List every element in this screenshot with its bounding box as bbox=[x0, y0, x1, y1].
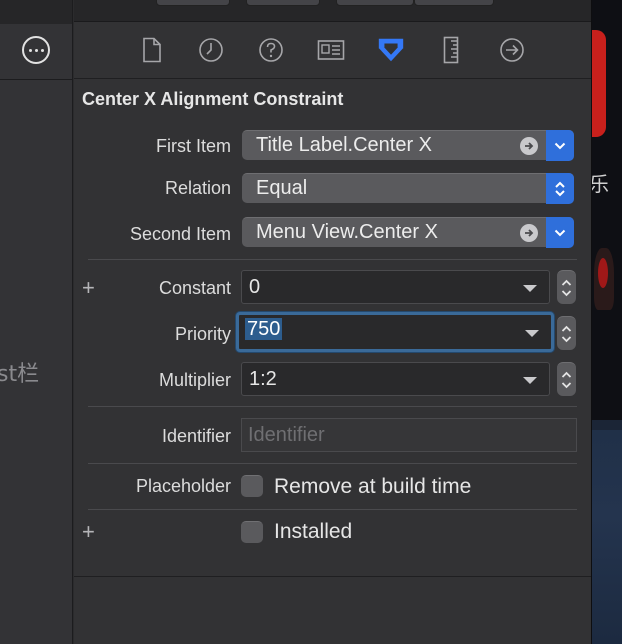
document-icon[interactable] bbox=[137, 35, 167, 65]
dropdown-caret-icon[interactable] bbox=[525, 330, 539, 337]
identifier-field[interactable] bbox=[241, 418, 577, 452]
remove-at-build-time-checkbox[interactable] bbox=[241, 475, 263, 497]
section-title: Center X Alignment Constraint bbox=[82, 89, 344, 109]
inspector-bottom-divider bbox=[74, 576, 591, 577]
navigator-pane: st栏 bbox=[0, 0, 73, 644]
relation-value: Equal bbox=[256, 177, 308, 199]
dropdown-caret-icon[interactable] bbox=[523, 285, 537, 292]
relation-popup[interactable]: Equal bbox=[242, 173, 574, 204]
constant-value: 0 bbox=[249, 276, 261, 298]
priority-value[interactable]: 750 bbox=[245, 318, 283, 340]
priority-combo[interactable]: 750 bbox=[236, 312, 554, 352]
first-item-value: Title Label.Center X bbox=[256, 134, 433, 156]
toolbar-segment[interactable] bbox=[246, 0, 320, 6]
priority-label: Priority bbox=[174, 324, 231, 344]
up-down-chevron-icon[interactable] bbox=[546, 173, 574, 204]
multiplier-value: 1:2 bbox=[249, 368, 277, 390]
chevron-down-icon[interactable] bbox=[546, 130, 574, 161]
more-options-button[interactable] bbox=[22, 36, 50, 64]
priority-stepper[interactable] bbox=[557, 316, 576, 350]
second-item-label: Second Item bbox=[129, 224, 231, 244]
question-icon[interactable] bbox=[256, 35, 286, 65]
left-header-divider bbox=[0, 79, 72, 80]
separator bbox=[88, 259, 577, 260]
inspector-tab-bar bbox=[74, 23, 591, 79]
first-item-popup[interactable]: Title Label.Center X bbox=[242, 130, 574, 161]
toolbar-segment[interactable] bbox=[336, 0, 414, 6]
add-constant-variation-button[interactable]: + bbox=[82, 277, 95, 299]
clock-icon[interactable] bbox=[196, 35, 226, 65]
background-cut-text: 乐 bbox=[591, 172, 609, 196]
multiplier-stepper[interactable] bbox=[557, 362, 576, 396]
identifier-input[interactable] bbox=[242, 419, 576, 451]
separator bbox=[88, 406, 577, 407]
ruler-icon[interactable] bbox=[436, 35, 466, 65]
separator bbox=[88, 509, 577, 510]
background-water bbox=[592, 430, 622, 644]
constant-combo[interactable]: 0 bbox=[241, 270, 550, 304]
second-item-popup[interactable]: Menu View.Center X bbox=[242, 217, 574, 248]
background-figure-accent bbox=[598, 258, 608, 288]
remove-at-build-time-label[interactable]: Remove at build time bbox=[274, 475, 471, 499]
constant-label: Constant bbox=[158, 278, 231, 298]
relation-label: Relation bbox=[164, 178, 231, 198]
background-red-shape bbox=[592, 30, 606, 137]
dropdown-caret-icon[interactable] bbox=[523, 377, 537, 384]
background-canvas-sliver: 乐 bbox=[591, 0, 622, 644]
more-dot bbox=[34, 48, 38, 52]
chevron-down-icon[interactable] bbox=[546, 217, 574, 248]
toolbar-segment[interactable] bbox=[414, 0, 494, 6]
first-item-label: First Item bbox=[156, 136, 231, 156]
arrow-circle-icon[interactable] bbox=[497, 35, 527, 65]
attributes-arrow-icon[interactable] bbox=[376, 35, 406, 65]
installed-label[interactable]: Installed bbox=[274, 520, 352, 544]
go-to-item-icon[interactable] bbox=[520, 224, 538, 242]
left-toolbar-strip bbox=[0, 0, 72, 24]
inspector-toolbar-strip bbox=[74, 0, 591, 22]
more-dot bbox=[40, 48, 44, 52]
truncated-outline-text: st栏 bbox=[0, 362, 40, 387]
multiplier-combo[interactable]: 1:2 bbox=[241, 362, 550, 396]
more-dot bbox=[28, 48, 32, 52]
constraint-inspector: Center X Alignment Constraint First Item… bbox=[74, 0, 591, 644]
toolbar-segment[interactable] bbox=[156, 0, 230, 6]
placeholder-label: Placeholder bbox=[135, 476, 231, 496]
second-item-value: Menu View.Center X bbox=[256, 221, 438, 243]
installed-checkbox[interactable] bbox=[241, 521, 263, 543]
identifier-label: Identifier bbox=[161, 426, 231, 446]
add-installed-variation-button[interactable]: + bbox=[82, 521, 95, 543]
multiplier-label: Multiplier bbox=[158, 370, 231, 390]
id-card-icon[interactable] bbox=[316, 35, 346, 65]
constant-stepper[interactable] bbox=[557, 270, 576, 304]
go-to-item-icon[interactable] bbox=[520, 137, 538, 155]
separator bbox=[88, 463, 577, 464]
